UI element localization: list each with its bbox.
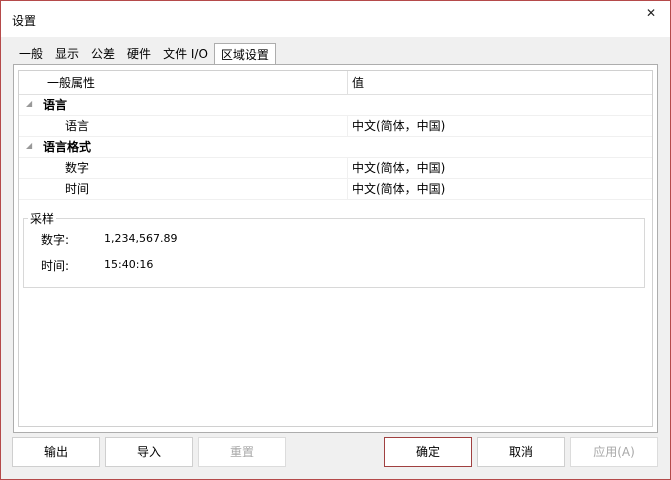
property-row-number[interactable]: 数字 中文(简体，中国) [19,158,652,179]
column-header-value[interactable]: 值 [347,71,652,95]
import-button[interactable]: 导入 [105,437,193,467]
tab-tolerance[interactable]: 公差 [85,44,121,65]
tab-bar: 一般 显示 公差 硬件 文件 I/O 区域设置 [13,42,276,66]
sample-title: 采样 [28,210,57,227]
sample-time-value: 15:40:16 [104,258,154,271]
collapse-triangle-icon[interactable]: ◢ [26,141,32,150]
sample-time-label: 时间: [41,259,70,273]
sample-groupbox: 采样 数字: 1,234,567.89 时间: 15:40:16 [23,210,645,288]
close-icon[interactable]: ✕ [638,5,664,23]
collapse-triangle-icon[interactable]: ◢ [26,99,32,108]
property-value[interactable]: 中文(简体，中国) [347,179,445,199]
tab-regional-settings[interactable]: 区域设置 [213,43,276,66]
tab-hardware[interactable]: 硬件 [121,44,157,65]
ok-button[interactable]: 确定 [384,437,472,467]
category-row-language[interactable]: ◢ 语言 [19,95,652,116]
property-label: 数字 [65,161,90,175]
column-header-property[interactable]: 一般属性 [43,71,347,95]
cancel-button[interactable]: 取消 [477,437,565,467]
property-label: 时间 [65,182,90,196]
property-row-language[interactable]: 语言 中文(简体，中国) [19,116,652,137]
window-title: 设置 [12,14,37,28]
category-row-language-format[interactable]: ◢ 语言格式 [19,137,652,158]
tab-file-io[interactable]: 文件 I/O [157,44,214,65]
apply-button[interactable]: 应用(A) [570,437,658,467]
category-label: 语言格式 [43,140,92,154]
property-value[interactable]: 中文(简体，中国) [347,116,445,136]
property-label: 语言 [65,119,90,133]
property-grid: 一般属性 值 ◢ 语言 语言 中文(简体，中国) ◢ 语言格式 数字 中文(简体… [18,70,653,427]
export-button[interactable]: 输出 [12,437,100,467]
tab-display[interactable]: 显示 [49,44,85,65]
grid-header: 一般属性 值 [19,71,652,95]
category-label: 语言 [43,98,68,112]
title-bar[interactable]: 设置 ✕ [1,1,670,37]
settings-dialog: 设置 ✕ 一般 显示 公差 硬件 文件 I/O 区域设置 一般属性 值 ◢ 语言… [0,0,671,480]
tab-panel: 一般属性 值 ◢ 语言 语言 中文(简体，中国) ◢ 语言格式 数字 中文(简体… [13,64,658,433]
sample-number-label: 数字: [41,233,70,247]
property-value[interactable]: 中文(简体，中国) [347,158,445,178]
reset-button[interactable]: 重置 [198,437,286,467]
sample-number-value: 1,234,567.89 [104,232,178,245]
groupbox-border [24,218,644,219]
property-row-time[interactable]: 时间 中文(简体，中国) [19,179,652,200]
tab-general[interactable]: 一般 [13,44,49,65]
